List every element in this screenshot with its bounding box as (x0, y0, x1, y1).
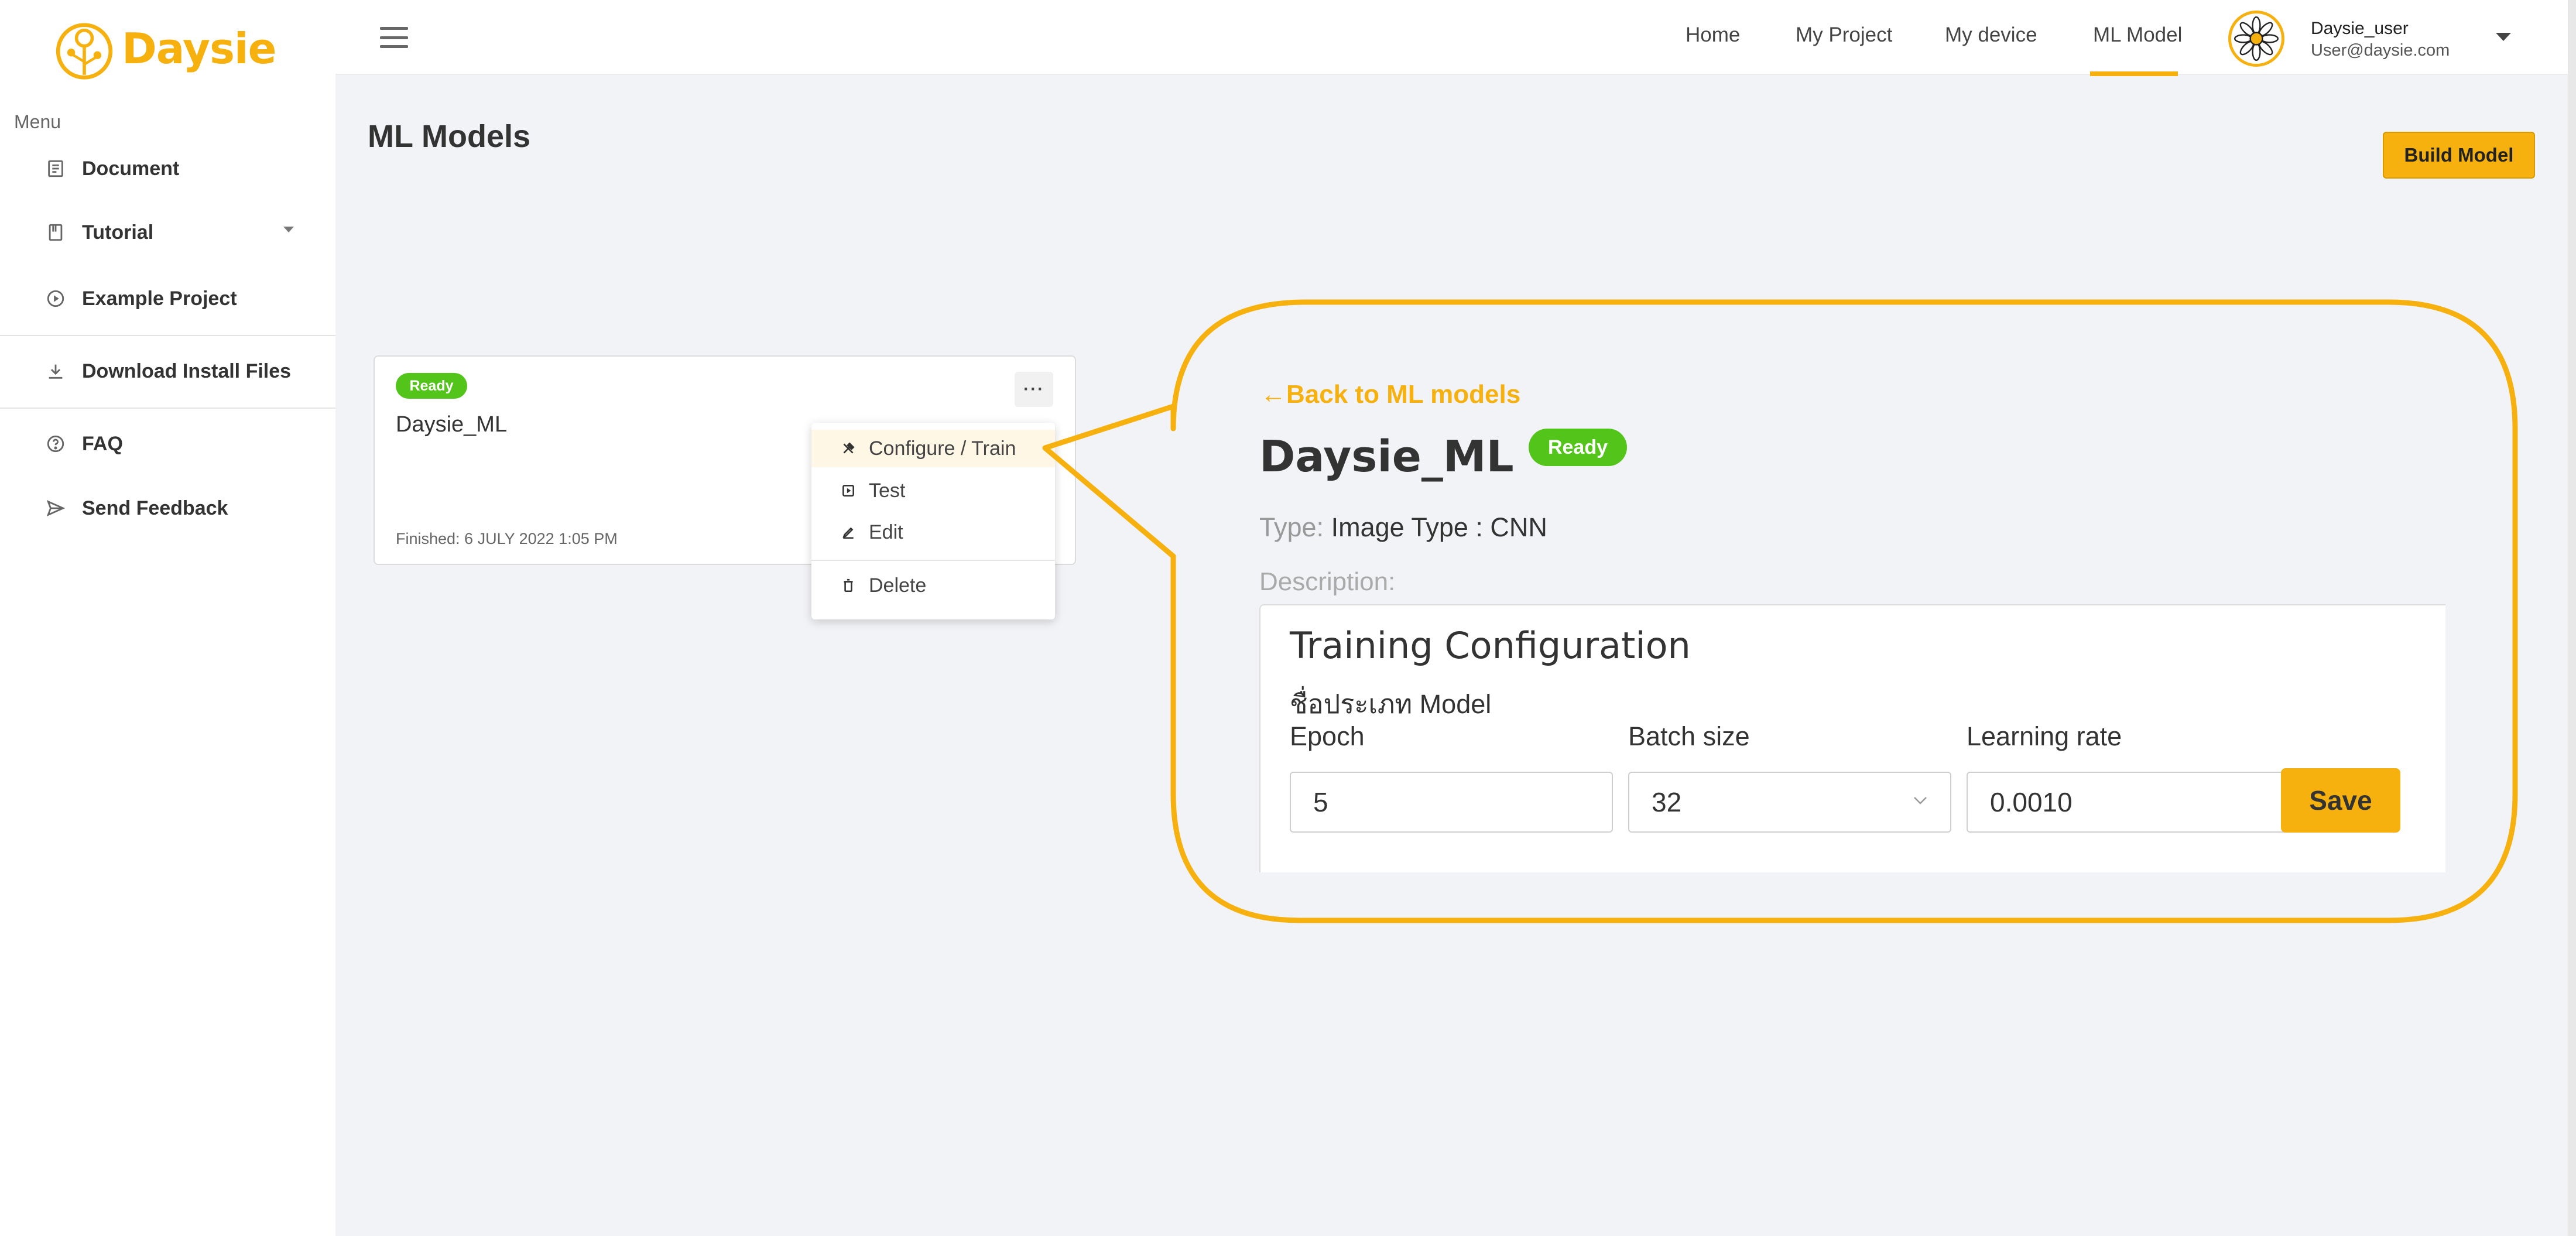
download-icon (46, 361, 66, 381)
sidebar-item-faq[interactable]: FAQ (46, 426, 123, 461)
sidebar-item-label: Download Install Files (82, 359, 292, 382)
menu-label: Menu (14, 111, 61, 132)
nav-ml-model[interactable]: ML Model (2093, 23, 2182, 47)
training-configuration-title: Training Configuration (1290, 624, 1691, 667)
document-icon (46, 159, 66, 179)
status-badge: Ready (1529, 429, 1627, 466)
book-icon (46, 222, 66, 242)
trash-icon (841, 578, 856, 593)
edit-icon (841, 525, 856, 540)
training-configuration-card: Training Configuration ชื่อประเภท Model … (1259, 604, 2445, 872)
sidebar: Daysie Menu Document Tutorial Example Pr… (0, 0, 335, 1236)
batch-size-label: Batch size (1628, 721, 1750, 751)
nav-my-project[interactable]: My Project (1796, 23, 1892, 47)
menu-divider (811, 560, 1055, 561)
save-button[interactable]: Save (2281, 768, 2400, 833)
menu-item-label: Configure / Train (869, 437, 1016, 460)
finished-timestamp: Finished: 6 JULY 2022 1:05 PM (396, 530, 618, 547)
page-scrollbar[interactable] (2568, 0, 2576, 1236)
menu-item-label: Delete (869, 574, 927, 597)
back-to-ml-models-link[interactable]: ←Back to ML models (1260, 380, 1520, 409)
user-email: User@daysie.com (2311, 41, 2450, 60)
user-menu-chevron-down-icon[interactable] (2496, 33, 2511, 41)
page-title: ML Models (368, 119, 531, 154)
sidebar-item-download-install-files[interactable]: Download Install Files (46, 354, 291, 389)
model-detail-title: Daysie_ML (1259, 432, 1514, 482)
menu-item-label: Test (869, 479, 906, 502)
learning-rate-label: Learning rate (1967, 721, 2122, 751)
sidebar-item-tutorial[interactable]: Tutorial (46, 215, 153, 250)
chevron-down-icon (1914, 797, 1927, 804)
send-icon (46, 498, 66, 518)
sidebar-divider (0, 335, 335, 336)
play-circle-icon (46, 289, 66, 309)
arrow-left-icon: ← (1260, 380, 1286, 409)
sidebar-item-label: Example Project (82, 287, 237, 310)
tools-icon (841, 441, 856, 456)
hamburger-menu-icon[interactable] (380, 27, 408, 48)
nav-home[interactable]: Home (1686, 23, 1740, 47)
model-type: Type: Image Type : CNN (1259, 512, 1547, 542)
daisy-avatar-icon (2234, 16, 2279, 61)
more-options-icon[interactable]: ··· (1015, 372, 1053, 407)
epoch-input[interactable]: 5 (1290, 772, 1613, 833)
zoom-detail-panel: ←Back to ML models Daysie_ML Ready Type:… (1245, 350, 2445, 872)
menu-item-label: Edit (869, 521, 903, 543)
daisy-logo-icon (56, 23, 113, 80)
sidebar-item-label: FAQ (82, 432, 123, 455)
sidebar-item-document[interactable]: Document (46, 151, 179, 186)
top-navigation-bar: Home My Project My device ML Model Daysi… (335, 0, 2576, 76)
sidebar-item-label: Send Feedback (82, 497, 228, 519)
description-label: Description: (1259, 567, 1396, 596)
model-actions-dropdown: Configure / Train Test Edit Delete (811, 423, 1055, 619)
build-model-button[interactable]: Build Model (2383, 132, 2535, 179)
tutorial-chevron-down-icon[interactable] (283, 227, 294, 232)
daysie-logo[interactable]: Daysie (52, 16, 276, 81)
sidebar-item-send-feedback[interactable]: Send Feedback (46, 491, 228, 526)
menu-item-test[interactable]: Test (811, 472, 1055, 509)
menu-item-edit[interactable]: Edit (811, 513, 1055, 551)
model-name: Daysie_ML (396, 412, 508, 437)
brand-name: Daysie (122, 24, 276, 73)
active-nav-indicator (2090, 71, 2178, 76)
class-name-label: ชื่อประเภท Model (1290, 689, 1492, 719)
question-circle-icon (46, 434, 66, 454)
sidebar-item-example-project[interactable]: Example Project (46, 281, 237, 316)
user-name: Daysie_user (2311, 19, 2409, 38)
nav-my-device[interactable]: My device (1945, 23, 2037, 47)
avatar[interactable] (2228, 11, 2284, 67)
batch-size-select[interactable]: 32 (1628, 772, 1951, 833)
sidebar-divider (0, 408, 335, 409)
menu-item-delete[interactable]: Delete (811, 567, 1055, 604)
sidebar-item-label: Tutorial (82, 221, 154, 244)
learning-rate-input[interactable]: 0.0010 (1967, 772, 2290, 833)
sidebar-item-label: Document (82, 157, 180, 180)
status-badge: Ready (396, 373, 467, 399)
test-icon (841, 483, 856, 498)
menu-item-configure-train[interactable]: Configure / Train (811, 430, 1055, 467)
epoch-label: Epoch (1290, 721, 1365, 751)
